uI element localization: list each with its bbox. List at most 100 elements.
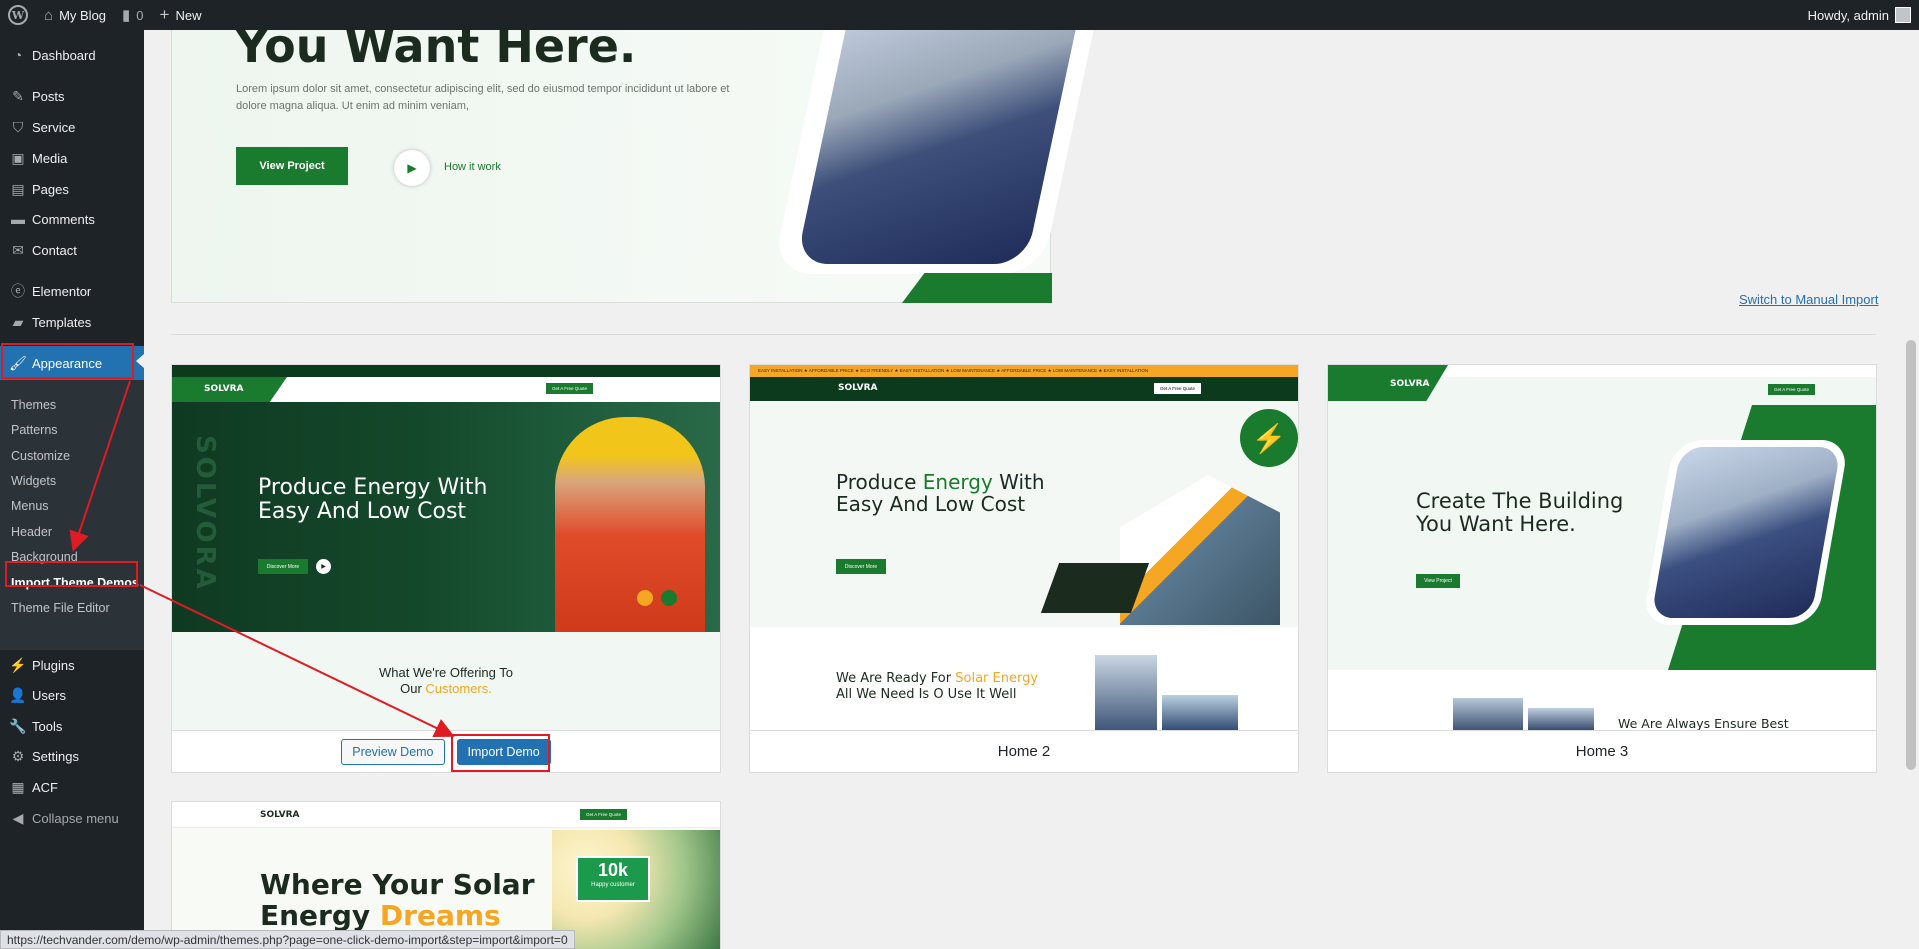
my-account-link[interactable]: Howdy, admin [1800,0,1919,30]
site-name-link[interactable]: ⌂ My Blog [36,0,114,30]
sidebar-item-tools[interactable]: 🔧 Tools [0,711,144,741]
hero-heading: Produce Energy With Easy And Low Cost [836,471,1045,515]
sidebar-item-label: Collapse menu [32,810,119,826]
scrollbar-thumb[interactable] [1906,340,1916,770]
collapse-menu-button[interactable]: ◀ Collapse menu [0,803,144,833]
sidebar-item-label: ACF [32,779,58,795]
sidebar-item-label: Appearance [32,355,103,371]
sidebar-item-dashboard[interactable]: ◔ Dashboard [0,40,144,70]
top-preview-heading: You Want Here. [235,30,637,73]
plus-icon: + [159,5,170,24]
submenu-background[interactable]: Background [11,550,78,564]
comments-count: 0 [136,7,144,23]
about-photo [1453,698,1523,731]
appearance-submenu: Themes Patterns Customize Widgets Menus … [0,380,144,650]
sidebar-item-pages[interactable]: ▤ Pages [0,174,144,204]
view-project-button: View Project [1416,574,1460,588]
hero-line-1b: Solar [452,868,535,901]
sidebar-item-appearance[interactable]: 🖌 Appearance [0,346,144,380]
main-content: You Want Here. Lorem ipsum dolor sit ame… [144,30,1919,949]
sidebar-item-label: Pages [32,181,69,197]
comments-link[interactable]: ▮ 0 [114,0,152,30]
sidebar-item-templates[interactable]: ▰ Templates [0,307,144,337]
wrench-icon: 🔧 [9,717,27,734]
admin-bar: W ⌂ My Blog ▮ 0 + New Howdy, admin [0,0,1919,30]
sidebar-item-label: Posts [32,88,65,104]
collapse-icon: ◀ [12,809,24,826]
media-icon: ▣ [11,149,25,166]
solar-panel-illustration [1040,563,1150,613]
worker-photo [1650,447,1842,618]
lightning-icon: ⚡ [1240,409,1298,467]
hero-line-2: You Want Here. [1416,512,1576,537]
mini-logo: SOLVRA [838,383,878,393]
demo-name-label: Home 2 [750,730,1298,772]
about-heading: We Are Ready For Solar Energy All We Nee… [836,671,1038,702]
plugin-icon: ⚡ [9,656,27,673]
how-it-work-link: How it work [444,161,501,173]
mini-nav [172,802,720,828]
submenu-import-theme-demos[interactable]: Import Theme Demos [11,576,139,590]
admin-sidebar: ◔ Dashboard ✎ Posts ⛉ Service ▣ Media ▤ … [0,30,144,949]
sidebar-item-plugins[interactable]: ⚡ Plugins [0,650,144,680]
new-content-link[interactable]: + New [152,0,210,30]
demo-screenshot[interactable]: SOLVRA Get A Free Quote Where Your Solar… [172,802,720,949]
submenu-theme-file-editor[interactable]: Theme File Editor [11,601,110,615]
sidebar-item-elementor[interactable]: ⓔ Elementor [0,276,144,306]
mini-topbar [172,365,720,377]
pin-icon: ✎ [12,87,24,104]
demo-screenshot[interactable]: SOLVRA Get A Free Quote Create The Build… [1328,365,1876,731]
services-line-2a: Our [400,681,426,697]
stat-label: Happy customer [591,882,635,888]
hero-line-2: Easy And Low Cost [836,492,1026,516]
sidebar-item-comments[interactable]: ▬ Comments [0,204,144,234]
sidebar-item-acf[interactable]: ▦ ACF [0,772,144,802]
user-icon: 👤 [9,686,27,703]
submenu-menus[interactable]: Menus [11,499,49,513]
brush-icon: 🖌 [9,354,27,371]
section-divider [171,334,1876,335]
demo-screenshot[interactable]: EASY INSTALLATION ★ AFFORDABLE PRICE ★ E… [750,365,1298,731]
demo-card-home-4: SOLVRA Get A Free Quote Where Your Solar… [171,801,721,949]
logo-band [1328,365,1448,401]
submenu-widgets[interactable]: Widgets [11,474,56,488]
about-section [1328,670,1876,731]
mini-nav [750,377,1298,401]
about-photo [1528,708,1594,731]
hero-line-1a: Produce [836,470,923,494]
submenu-customize[interactable]: Customize [11,449,70,463]
mini-cta: Get A Free Quote [1154,383,1202,394]
wp-logo-button[interactable]: W [0,0,36,30]
mini-logo: SOLVRA [204,384,244,394]
submenu-themes[interactable]: Themes [11,398,56,412]
hero-line-1: Create The Building [1416,489,1624,513]
wordpress-icon: W [8,5,28,25]
site-name-label: My Blog [59,7,107,23]
sidebar-item-label: Service [32,119,76,135]
import-demo-button[interactable]: Import Demo [456,738,551,765]
sidebar-item-contact[interactable]: ✉ Contact [0,235,144,265]
submenu-patterns[interactable]: Patterns [11,423,58,437]
mail-icon: ✉ [12,241,24,258]
demo-card-home-3: SOLVRA Get A Free Quote Create The Build… [1327,364,1877,773]
sidebar-item-posts[interactable]: ✎ Posts [0,81,144,111]
mini-cta: Get A Free Quote [546,383,594,394]
demo-card-home-1: SOLVRA Get A Free Quote SOLVORA Produce … [171,364,721,773]
demo-screenshot[interactable]: SOLVRA Get A Free Quote SOLVORA Produce … [172,365,720,731]
preview-demo-button[interactable]: Preview Demo [341,738,445,765]
view-project-button: View Project [236,147,348,185]
sidebar-item-users[interactable]: 👤 Users [0,680,144,710]
ticker-bar: EASY INSTALLATION ★ AFFORDABLE PRICE ★ E… [750,365,1298,377]
mini-cta: Get A Free Quote [1768,384,1816,395]
switch-to-manual-import-link[interactable]: Switch to Manual Import [1739,292,1878,307]
demo-card-footer: Preview Demo Import Demo [172,730,720,772]
about-heading: We Are Always Ensure Best [1618,716,1789,731]
sidebar-item-media[interactable]: ▣ Media [0,143,144,173]
grid-icon: ▦ [11,778,25,795]
folder-icon: ▰ [12,313,24,330]
submenu-header[interactable]: Header [11,525,52,539]
browser-status-url: https://techvander.com/demo/wp-admin/the… [0,930,575,949]
sidebar-item-service[interactable]: ⛉ Service [0,112,144,142]
about-line-1b: Solar Energy [955,671,1039,686]
sidebar-item-settings[interactable]: ⚙ Settings [0,741,144,771]
